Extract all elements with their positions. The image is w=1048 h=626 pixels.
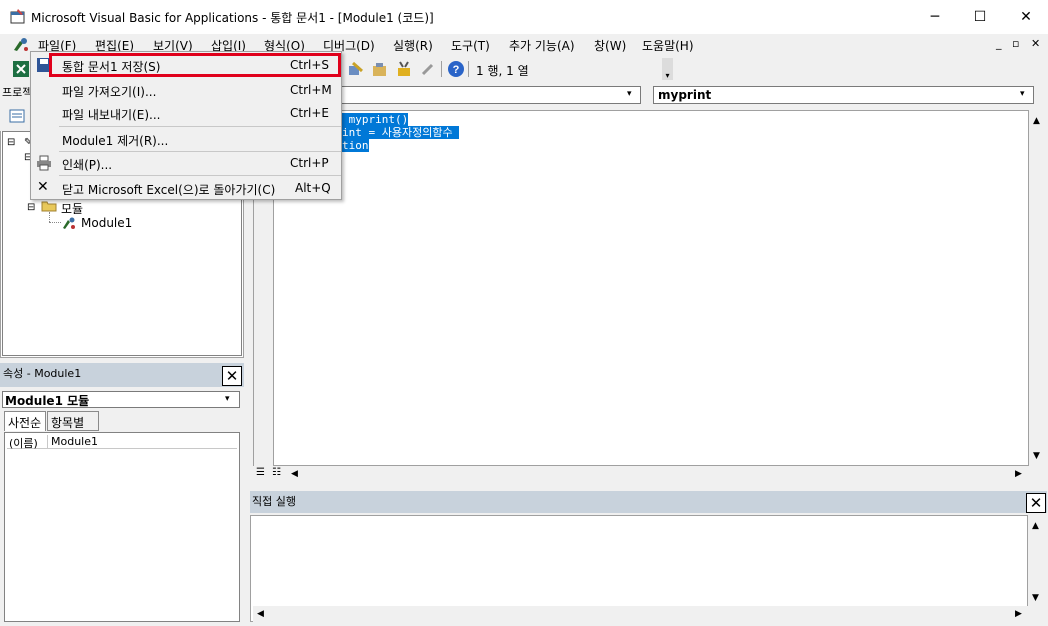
tree-collapse-icon[interactable]: ⊟ [27, 202, 35, 213]
svg-text:?: ? [453, 64, 460, 76]
properties-caption: 속성 - Module1 ✕ [0, 363, 244, 387]
menu-item-print[interactable]: 인쇄(P)... Ctrl+P [32, 151, 342, 175]
properties-object-select[interactable]: Module1 모듈 ▾ [2, 391, 240, 408]
scroll-left-icon[interactable]: ◀ [257, 609, 264, 619]
procedure-combo[interactable]: myprint ▾ [653, 86, 1034, 104]
scroll-right-icon[interactable]: ▶ [1015, 609, 1022, 619]
tree-item-module1[interactable]: Module1 [81, 216, 132, 230]
mdi-minimize-button[interactable]: _ [996, 37, 1002, 50]
menu-run[interactable]: 실행(R) [393, 37, 433, 54]
minimize-button[interactable]: ─ [912, 0, 958, 34]
menu-item-save[interactable]: 통합 문서1 저장(S) Ctrl+S [32, 53, 342, 77]
close-button[interactable]: ✕ [1003, 0, 1048, 34]
excel-icon[interactable] [12, 60, 30, 78]
tree-collapse-icon[interactable]: ⊟ [7, 137, 15, 148]
toolbar-separator [468, 61, 469, 77]
code-line[interactable]: int = 사용자정의함수 [342, 126, 460, 139]
immediate-vertical-scrollbar[interactable]: ▲ ▼ [1028, 517, 1046, 606]
menu-tools[interactable]: 도구(T) [451, 37, 490, 54]
scroll-up-icon[interactable]: ▲ [1033, 116, 1040, 126]
grid-divider [47, 435, 48, 449]
full-module-view-icon[interactable]: ☷ [272, 467, 281, 478]
menu-item-remove-module[interactable]: Module1 제거(R)... [32, 127, 342, 151]
module-icon [63, 217, 75, 229]
code-vertical-scrollbar[interactable]: ▲ ▼ [1029, 114, 1045, 466]
folder-icon [41, 201, 57, 212]
menu-window[interactable]: 창(W) [594, 37, 626, 54]
menu-item-close-return[interactable]: ✕ 닫고 Microsoft Excel(으)로 돌아가기(C) Alt+Q [32, 176, 342, 200]
property-value: Module1 [51, 435, 98, 448]
toolbox-icon[interactable] [395, 60, 413, 78]
chevron-down-icon[interactable]: ▾ [627, 89, 632, 99]
scroll-down-icon[interactable]: ▼ [1032, 593, 1039, 603]
title-bar: Microsoft Visual Basic for Applications … [0, 0, 1048, 34]
menu-item-export[interactable]: 파일 내보내기(E)... Ctrl+E [32, 101, 342, 125]
code-line[interactable]: myprint() [342, 113, 409, 126]
menu-item-import[interactable]: 파일 가져오기(I)... Ctrl+M [32, 78, 342, 102]
code-editor[interactable] [253, 110, 1029, 466]
properties-close-button[interactable]: ✕ [222, 366, 242, 386]
toolbar-overflow-chevron[interactable]: ▾ [662, 58, 673, 80]
object-browser-icon[interactable] [347, 60, 365, 78]
tab-categorized[interactable]: 항목별 [47, 411, 99, 431]
menu-help[interactable]: 도움말(H) [642, 37, 694, 54]
mdi-restore-button[interactable]: ▫ [1012, 37, 1019, 50]
view-code-icon[interactable] [9, 108, 25, 124]
property-row[interactable]: (이름) Module1 [7, 435, 237, 450]
immediate-horizontal-scrollbar[interactable]: ◀ ▶ [253, 606, 1029, 622]
code-line[interactable]: tion [342, 139, 369, 152]
tree-folder-modules[interactable]: 모듈 [61, 200, 83, 217]
tab-alphabetic[interactable]: 사전순 [4, 411, 46, 431]
chevron-down-icon[interactable]: ▾ [1020, 89, 1025, 99]
immediate-close-button[interactable]: ✕ [1026, 493, 1046, 513]
maximize-button[interactable]: ☐ [957, 0, 1003, 34]
properties-icon[interactable] [371, 60, 389, 78]
window-title: Microsoft Visual Basic for Applications … [31, 11, 434, 25]
vba-menu-icon [14, 38, 28, 51]
help-icon[interactable]: ? [447, 60, 465, 78]
save-icon [37, 58, 51, 72]
file-menu-dropdown: 통합 문서1 저장(S) Ctrl+S 파일 가져오기(I)... Ctrl+M… [30, 51, 342, 200]
close-x-icon: ✕ [37, 179, 49, 195]
design-mode-icon[interactable] [419, 60, 437, 78]
immediate-caption: 직접 실행 ✕ [250, 491, 1047, 513]
printer-icon [37, 155, 51, 171]
scroll-up-icon[interactable]: ▲ [1032, 521, 1039, 531]
properties-grid: (이름) Module1 [4, 432, 240, 622]
toolbar-separator [441, 61, 442, 77]
cursor-position: 1 행, 1 열 [476, 64, 529, 78]
code-horizontal-scrollbar[interactable]: ☰ ☷ ◀ ▶ [253, 466, 1029, 482]
menu-addins[interactable]: 추가 기능(A) [509, 37, 575, 54]
mdi-close-button[interactable]: ✕ [1031, 37, 1040, 50]
scroll-down-icon[interactable]: ▼ [1033, 451, 1040, 461]
scroll-right-icon[interactable]: ▶ [1015, 469, 1022, 479]
scroll-left-icon[interactable]: ◀ [291, 469, 298, 479]
tree-connector [49, 212, 50, 222]
chevron-down-icon[interactable]: ▾ [225, 394, 230, 404]
tree-connector [49, 222, 61, 223]
property-key: (이름) [9, 437, 38, 450]
procedure-view-icon[interactable]: ☰ [256, 467, 265, 478]
vba-app-icon [10, 9, 25, 24]
properties-tabs: 사전순 항목별 [2, 411, 240, 431]
